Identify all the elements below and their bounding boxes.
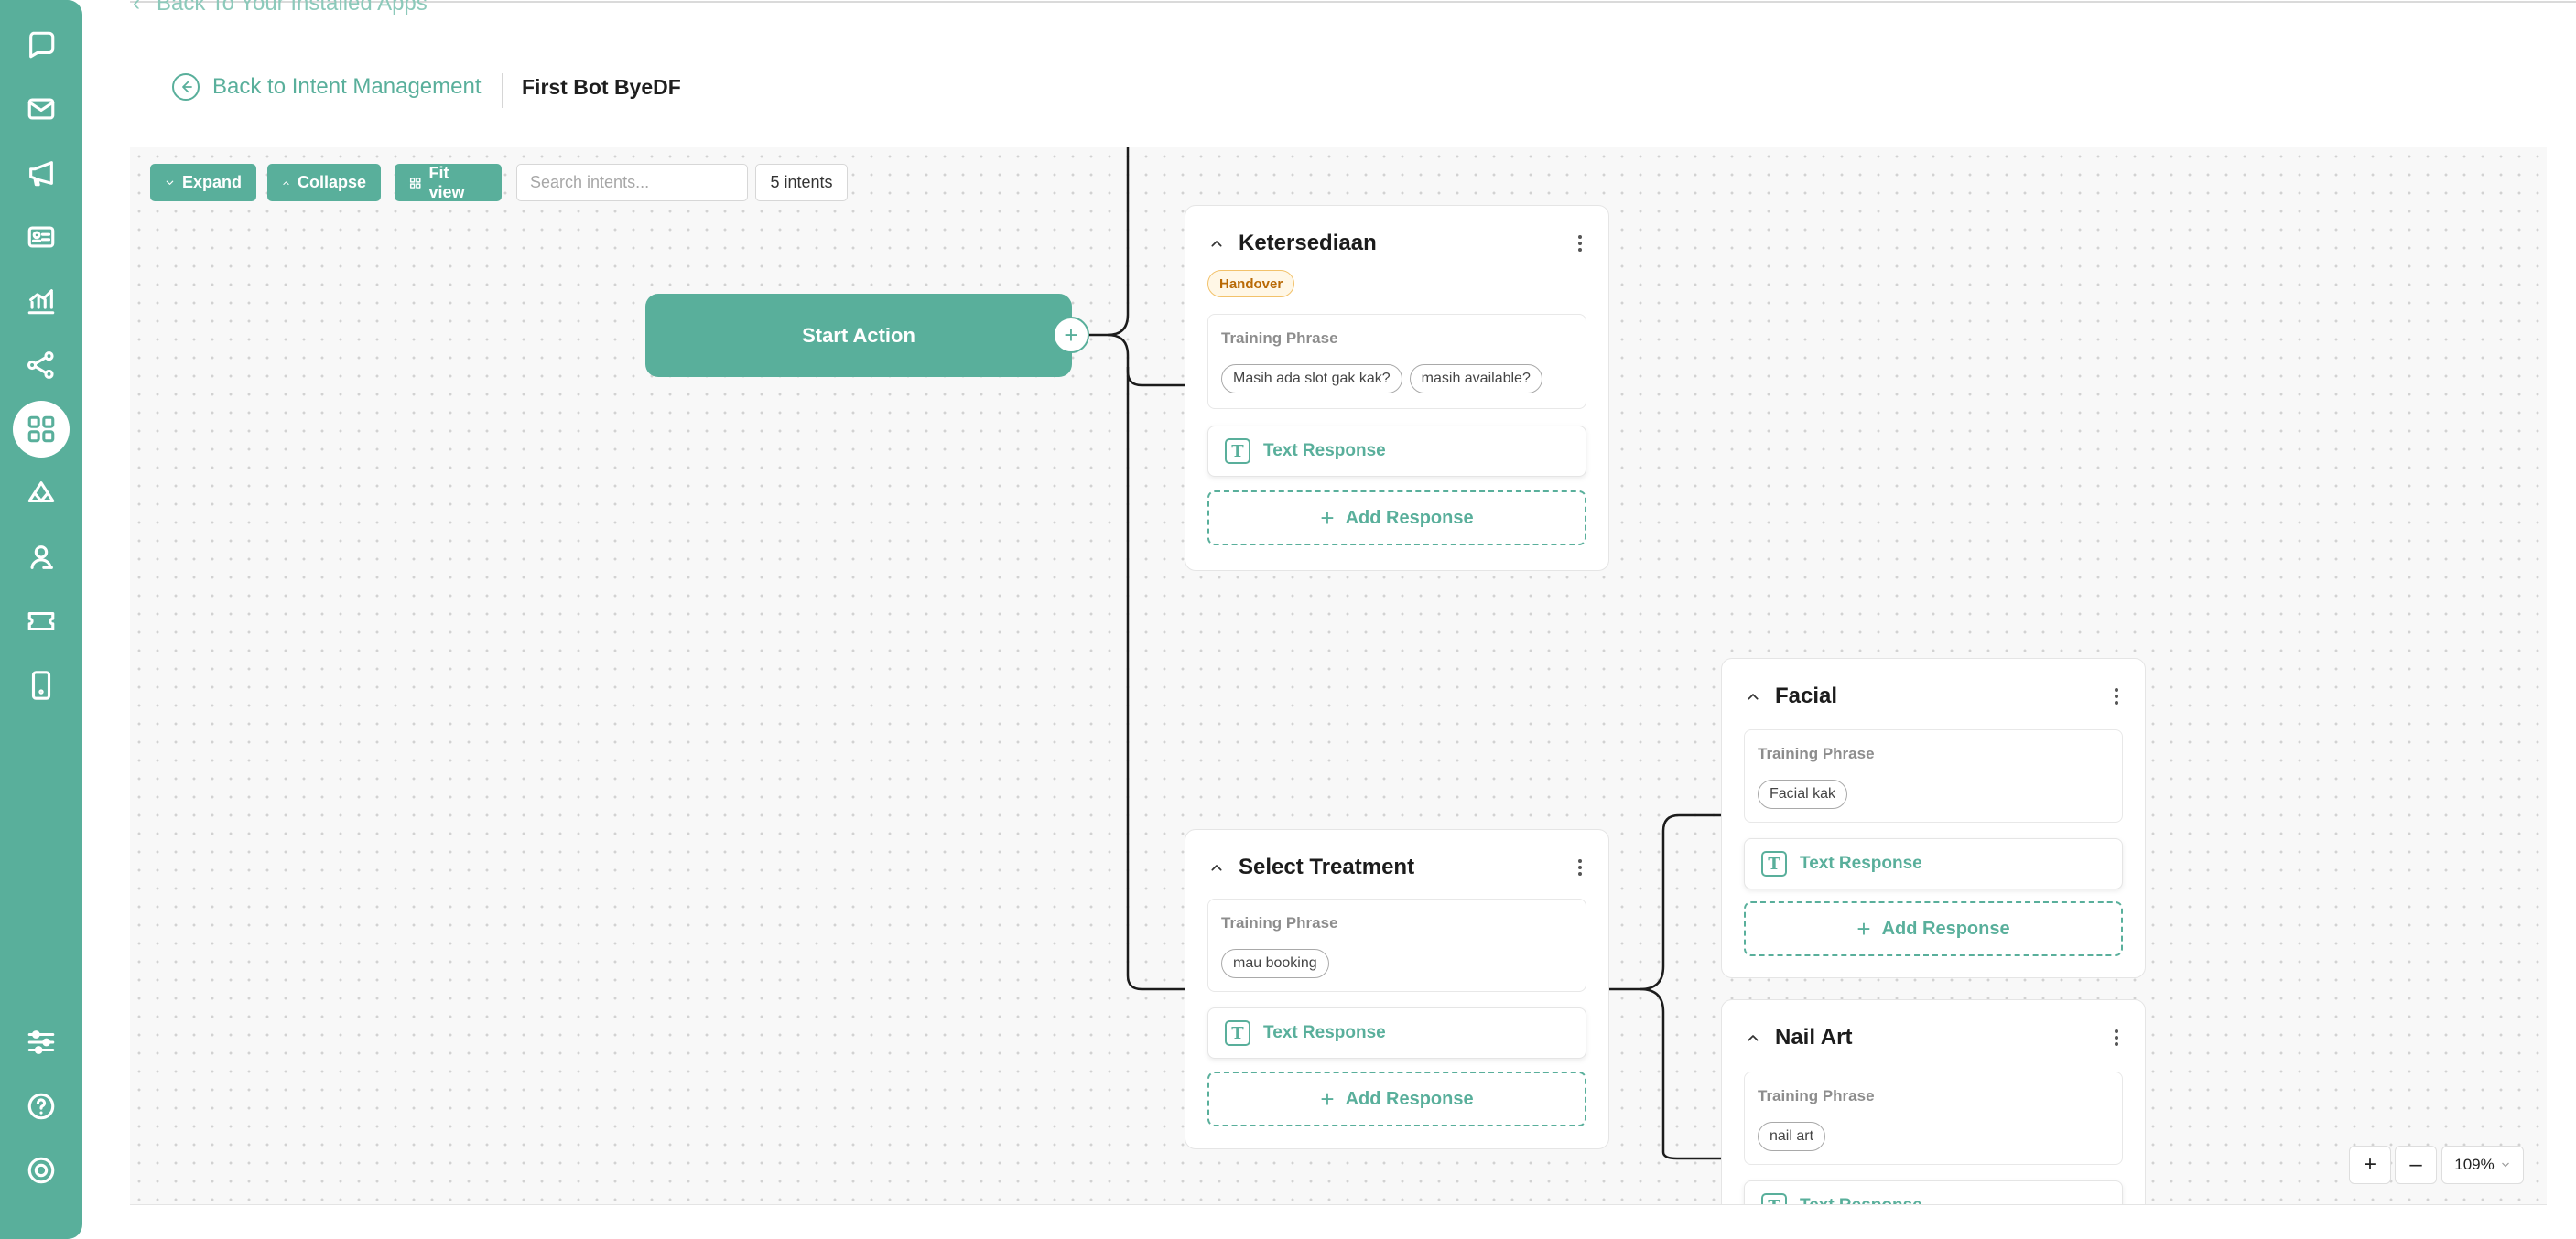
back-to-installed-apps-label: Back To Your Installed Apps bbox=[157, 0, 428, 16]
intent-card-ketersediaan[interactable]: Ketersediaan Handover Training Phrase Ma… bbox=[1185, 205, 1609, 571]
chevron-down-icon bbox=[166, 180, 174, 185]
phrase-chip[interactable]: Masih ada slot gak kak? bbox=[1221, 364, 1402, 393]
chevron-up-icon bbox=[283, 180, 289, 185]
sidebar bbox=[0, 0, 82, 1239]
training-phrase-label: Training Phrase bbox=[1221, 914, 1338, 932]
flow-canvas[interactable]: Expand Collapse Fit view 5 intents Start… bbox=[130, 147, 2547, 1205]
training-phrase-box: Training Phrase mau booking bbox=[1207, 899, 1586, 992]
intent-card-header: Select Treatment bbox=[1209, 852, 1585, 883]
help-icon[interactable] bbox=[18, 1083, 64, 1129]
kebab-menu-icon[interactable] bbox=[1575, 857, 1585, 878]
plus-icon: + bbox=[1320, 504, 1335, 532]
phrase-chip[interactable]: Facial kak bbox=[1758, 780, 1848, 809]
text-response-label: Text Response bbox=[1800, 854, 1922, 873]
add-response-button[interactable]: + Add Response bbox=[1744, 901, 2123, 956]
intent-title: Nail Art bbox=[1775, 1025, 1853, 1050]
chevron-down-icon bbox=[2501, 1162, 2509, 1168]
plus-icon: + bbox=[1320, 1085, 1335, 1113]
chevron-up-icon[interactable] bbox=[1746, 1029, 1762, 1046]
text-response-row[interactable]: T Text Response bbox=[1207, 426, 1586, 477]
intent-card-nail-art[interactable]: Nail Art Training Phrase nail art T Text… bbox=[1721, 999, 2146, 1204]
app-root: ‹ Back To Your Installed Apps Back to In… bbox=[0, 0, 2576, 1239]
phrase-chip[interactable]: masih available? bbox=[1409, 364, 1542, 393]
training-phrase-box: Training Phrase nail art bbox=[1744, 1072, 2123, 1165]
ticket-icon[interactable] bbox=[18, 598, 64, 644]
intent-title: Ketersediaan bbox=[1239, 231, 1377, 255]
phrase-chip[interactable]: nail art bbox=[1758, 1122, 1826, 1151]
plus-icon: + bbox=[1856, 915, 1871, 943]
back-to-installed-apps-link[interactable]: ‹ Back To Your Installed Apps bbox=[133, 0, 428, 16]
training-phrase-label: Training Phrase bbox=[1758, 745, 1875, 762]
intent-card-header: Nail Art bbox=[1746, 1022, 2121, 1053]
training-phrase-box: Training Phrase Masih ada slot gak kak? … bbox=[1207, 314, 1586, 409]
text-type-icon: T bbox=[1225, 1020, 1250, 1046]
text-response-label: Text Response bbox=[1800, 1196, 1922, 1204]
training-phrase-box: Training Phrase Facial kak bbox=[1744, 729, 2123, 823]
search-intents-input[interactable] bbox=[516, 164, 748, 201]
text-response-row[interactable]: T Text Response bbox=[1744, 1180, 2123, 1204]
apps-grid-icon[interactable] bbox=[13, 401, 70, 458]
page-title: First Bot ByeDF bbox=[522, 75, 681, 99]
contact-card-icon[interactable] bbox=[18, 214, 64, 260]
intent-card-header: Facial bbox=[1746, 681, 2121, 712]
start-action-node[interactable]: Start Action bbox=[645, 294, 1072, 377]
text-type-icon: T bbox=[1761, 851, 1787, 877]
add-node-button[interactable]: + bbox=[1053, 317, 1089, 353]
page-header bbox=[130, 1, 2576, 147]
collapse-button[interactable]: Collapse bbox=[267, 164, 381, 201]
zoom-in-button[interactable]: + bbox=[2349, 1146, 2391, 1184]
training-phrase-label: Training Phrase bbox=[1758, 1087, 1875, 1104]
add-response-button[interactable]: + Add Response bbox=[1207, 490, 1586, 545]
grid-icon bbox=[409, 177, 421, 189]
add-response-button[interactable]: + Add Response bbox=[1207, 1072, 1586, 1126]
intent-title: Facial bbox=[1775, 684, 1838, 708]
intent-card-header: Ketersediaan bbox=[1209, 228, 1585, 259]
zoom-level-value: 109% bbox=[2454, 1156, 2495, 1173]
intent-card-select-treatment[interactable]: Select Treatment Training Phrase mau boo… bbox=[1185, 829, 1609, 1149]
agent-icon[interactable] bbox=[18, 534, 64, 580]
arrow-left-circle-icon bbox=[172, 73, 200, 101]
analytics-icon[interactable] bbox=[18, 278, 64, 324]
mobile-icon[interactable] bbox=[18, 663, 64, 708]
chevron-up-icon[interactable] bbox=[1209, 235, 1226, 252]
power-icon[interactable] bbox=[18, 1147, 64, 1193]
text-response-label: Text Response bbox=[1263, 441, 1386, 460]
chat-icon[interactable] bbox=[18, 22, 64, 68]
chevron-up-icon[interactable] bbox=[1209, 859, 1226, 876]
chevron-up-icon[interactable] bbox=[1746, 688, 1762, 705]
share-nodes-icon[interactable] bbox=[18, 342, 64, 388]
chevron-left-icon: ‹ bbox=[133, 0, 140, 16]
header-divider bbox=[502, 73, 503, 108]
text-response-row[interactable]: T Text Response bbox=[1207, 1007, 1586, 1059]
zoom-out-button[interactable]: – bbox=[2395, 1146, 2437, 1184]
handover-badge: Handover bbox=[1207, 270, 1295, 297]
intent-count-badge: 5 intents bbox=[755, 164, 848, 201]
text-type-icon: T bbox=[1225, 438, 1250, 464]
back-link-label: Back to Intent Management bbox=[212, 74, 482, 99]
phrase-chip[interactable]: mau booking bbox=[1221, 949, 1329, 978]
kebab-menu-icon[interactable] bbox=[2112, 1027, 2121, 1049]
kebab-menu-icon[interactable] bbox=[2112, 685, 2121, 707]
fit-view-button[interactable]: Fit view bbox=[395, 164, 502, 201]
back-to-intent-management-link[interactable]: Back to Intent Management bbox=[172, 73, 482, 101]
text-type-icon: T bbox=[1761, 1193, 1787, 1204]
text-response-row[interactable]: T Text Response bbox=[1744, 838, 2123, 889]
broadcast-icon[interactable] bbox=[18, 470, 64, 516]
megaphone-icon[interactable] bbox=[18, 150, 64, 196]
zoom-level-select[interactable]: 109% bbox=[2441, 1146, 2524, 1184]
kebab-menu-icon[interactable] bbox=[1575, 232, 1585, 254]
intent-card-facial[interactable]: Facial Training Phrase Facial kak T Text… bbox=[1721, 658, 2146, 978]
settings-sliders-icon[interactable] bbox=[18, 1019, 64, 1065]
mail-icon[interactable] bbox=[18, 86, 64, 132]
text-response-label: Text Response bbox=[1263, 1023, 1386, 1042]
intent-title: Select Treatment bbox=[1239, 855, 1415, 879]
training-phrase-label: Training Phrase bbox=[1221, 329, 1338, 347]
expand-button[interactable]: Expand bbox=[150, 164, 256, 201]
